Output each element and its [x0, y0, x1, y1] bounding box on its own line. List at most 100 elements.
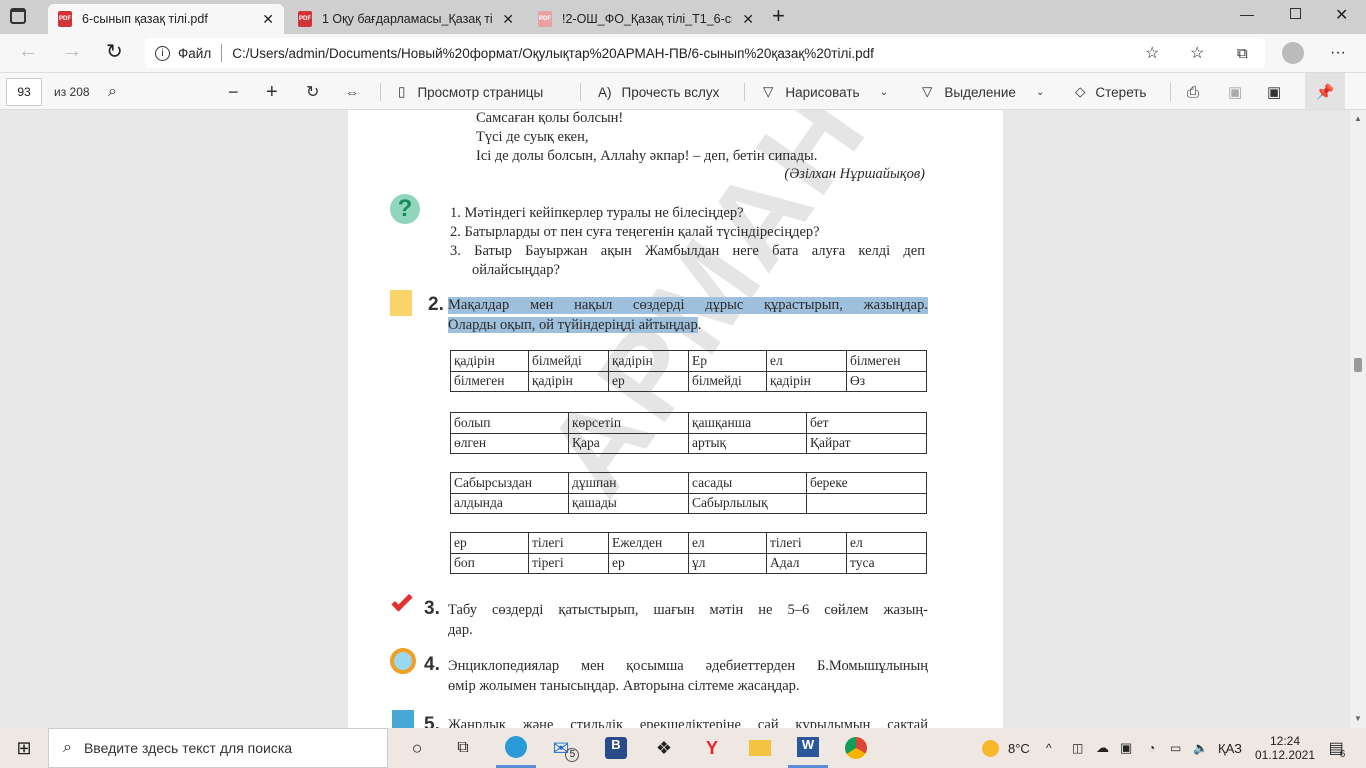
- page-number-input[interactable]: 93: [6, 78, 42, 106]
- table-cell: көрсетіп: [568, 412, 689, 434]
- file-explorer-icon[interactable]: [740, 728, 780, 768]
- minimize-button[interactable]: —: [1240, 6, 1254, 22]
- close-tab-icon[interactable]: ✕: [502, 11, 514, 28]
- weather-temp[interactable]: 8°C: [1008, 728, 1030, 768]
- table-cell: ел: [846, 532, 927, 554]
- divider: [221, 44, 223, 62]
- back-button[interactable]: ←: [18, 40, 38, 63]
- poem-line: Ісі де долы болсын, Аллаһу әкпар! – деп,…: [476, 148, 818, 164]
- mail-icon[interactable]: ✉ 5: [546, 728, 586, 768]
- info-icon[interactable]: i: [155, 45, 170, 61]
- task-number: 4.: [424, 654, 440, 675]
- close-tab-icon[interactable]: ✕: [262, 11, 274, 28]
- camera-icon[interactable]: ◫: [1072, 728, 1083, 768]
- scroll-down-icon[interactable]: ▼: [1354, 714, 1362, 723]
- highlight-button[interactable]: ▽ Выделение ⌄: [922, 73, 1044, 111]
- cortana-icon[interactable]: ○: [400, 728, 434, 768]
- table-cell: Өз: [846, 370, 927, 392]
- table-cell: боп: [450, 552, 529, 574]
- table-cell: сасады: [688, 472, 807, 494]
- table-row: ер тілегі Ежелден ел тілегі ел: [450, 532, 927, 554]
- chrome-icon[interactable]: [836, 728, 876, 768]
- address-field[interactable]: i Файл C:/Users/admin/Documents/Новый%20…: [145, 38, 1346, 68]
- table-cell: білмейді: [528, 350, 609, 372]
- yandex-icon[interactable]: Y: [692, 728, 732, 768]
- refresh-button[interactable]: ↻: [106, 39, 123, 64]
- new-tab-button[interactable]: +: [772, 3, 785, 29]
- tab-osh-fo[interactable]: PDF !2-ОШ_ФО_Қазақ тілі_Т1_6-сынып ✕: [528, 4, 764, 34]
- collections-icon[interactable]: ⧉: [1237, 45, 1248, 62]
- table-cell: ел: [688, 532, 767, 554]
- draw-button[interactable]: ▽ Нарисовать ⌄: [763, 73, 888, 111]
- word-icon[interactable]: W: [788, 728, 828, 768]
- erase-label: Стереть: [1095, 84, 1147, 100]
- fit-width-icon[interactable]: ⇔: [345, 73, 359, 111]
- weather-icon[interactable]: [980, 728, 1000, 768]
- notifications-button[interactable]: ▤ 6: [1322, 728, 1352, 768]
- sync-icon[interactable]: ▣: [1120, 728, 1132, 768]
- tab-oqu-bagdarlamasy[interactable]: PDF 1 Оқу бағдарламасы_Қазақ тілі ✕: [288, 4, 524, 34]
- chevron-down-icon[interactable]: ⌄: [880, 87, 888, 98]
- task2-end: .: [697, 317, 702, 333]
- table-cell: Адал: [766, 552, 847, 574]
- save-as-icon[interactable]: ▣: [1267, 73, 1281, 111]
- read-aloud-button[interactable]: A) Прочесть вслух: [598, 73, 719, 111]
- table-cell: Ежелден: [608, 532, 689, 554]
- pdf-icon: PDF: [58, 11, 72, 27]
- task4-text: Энциклопедиялар мен қосымша әдебиеттерде…: [448, 658, 928, 674]
- b-app-icon[interactable]: B: [596, 728, 636, 768]
- save-icon[interactable]: ▣: [1228, 73, 1242, 111]
- tab-6-synyp[interactable]: PDF 6-сынып қазақ тілі.pdf ✕: [48, 4, 284, 34]
- table-cell: Сабырсыздан: [450, 472, 569, 494]
- table-cell: өлген: [450, 432, 569, 454]
- clock[interactable]: 12:24 01.12.2021: [1252, 728, 1318, 768]
- language-indicator[interactable]: ҚАЗ: [1218, 728, 1242, 768]
- scrollbar-thumb[interactable]: [1354, 358, 1362, 372]
- highlight-icon: ▽: [922, 84, 933, 99]
- volume-icon[interactable]: 🔈: [1193, 728, 1208, 768]
- print-icon[interactable]: ⎙: [1187, 73, 1199, 111]
- chevron-down-icon[interactable]: ⌄: [1036, 87, 1044, 98]
- start-button[interactable]: ⊞: [0, 728, 48, 768]
- draw-icon: ▽: [763, 84, 774, 99]
- search-icon[interactable]: ⌕: [108, 73, 117, 111]
- maximize-button[interactable]: [1290, 8, 1301, 19]
- pin-toolbar-icon[interactable]: 📌: [1305, 73, 1345, 111]
- task-number: 2.: [428, 294, 444, 315]
- table-cell: Ер: [688, 350, 767, 372]
- zoom-out-button[interactable]: −: [228, 73, 239, 111]
- close-window-button[interactable]: ✕: [1335, 5, 1348, 25]
- task-view-icon[interactable]: ⧉: [446, 728, 480, 768]
- pdf-icon: PDF: [538, 11, 552, 27]
- scroll-up-icon[interactable]: ▲: [1354, 114, 1362, 123]
- tab-label: 1 Оқу бағдарламасы_Қазақ тілі: [322, 12, 492, 26]
- tab-actions-icon[interactable]: [10, 8, 26, 24]
- favorites-icon[interactable]: ☆: [1190, 43, 1204, 63]
- magnifier-icon: [390, 648, 416, 674]
- table-cell: ұл: [688, 552, 767, 574]
- scrollbar[interactable]: ▲ ▼: [1350, 110, 1366, 728]
- mail-badge: 5: [565, 748, 580, 762]
- onedrive-icon[interactable]: ☁: [1096, 728, 1109, 768]
- battery-icon[interactable]: ▭: [1170, 728, 1181, 768]
- rotate-icon[interactable]: ↻: [306, 73, 319, 111]
- proverb-table: қадірін білмейді қадірін Ер ел білмеген білмег…: [450, 350, 927, 392]
- forward-button[interactable]: →: [62, 40, 82, 63]
- dropbox-icon[interactable]: ❖: [644, 728, 684, 768]
- wifi-icon[interactable]: ◔: [1148, 728, 1155, 768]
- taskbar-search[interactable]: ⌕ Введите здесь текст для поиска: [48, 728, 388, 768]
- table-cell: қашқанша: [688, 412, 807, 434]
- add-favorite-icon[interactable]: ☆: [1145, 43, 1159, 63]
- table-cell: қадірін: [450, 350, 529, 372]
- page-view-button[interactable]: ▯ Просмотр страницы: [398, 73, 543, 111]
- show-hidden-icons[interactable]: ^: [1046, 728, 1052, 768]
- close-tab-icon[interactable]: ✕: [742, 11, 754, 28]
- table-row: білмеген қадірін ер білмейді қадірін Өз: [450, 370, 927, 392]
- more-menu-icon[interactable]: ···: [1330, 44, 1346, 62]
- time: 12:24: [1269, 734, 1301, 748]
- watermark: АРМАН-ПВ баспа: [518, 110, 1003, 519]
- erase-button[interactable]: ◇ Стереть: [1075, 73, 1146, 111]
- edge-icon[interactable]: [496, 728, 536, 768]
- zoom-in-button[interactable]: +: [266, 73, 278, 111]
- profile-avatar[interactable]: [1282, 42, 1304, 64]
